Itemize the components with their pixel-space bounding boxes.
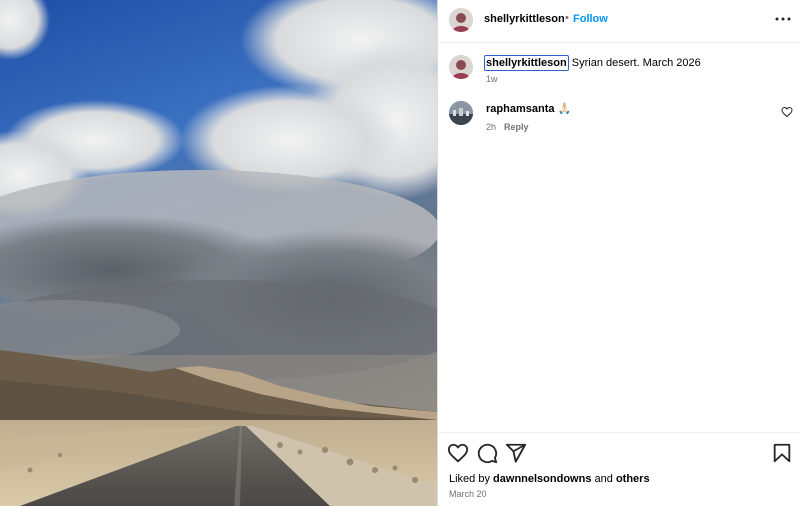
- author-avatar[interactable]: [449, 8, 473, 32]
- bookmark-icon[interactable]: [771, 442, 793, 464]
- avatar-image: [449, 8, 473, 32]
- post-image[interactable]: [0, 0, 437, 506]
- post-side-panel: shellyrkittleson • Follow shellyrkittles…: [438, 0, 800, 506]
- caption-username[interactable]: shellyrkittleson: [484, 55, 569, 71]
- comment-text: 🙏🏻: [557, 103, 572, 115]
- reply-button[interactable]: Reply: [504, 122, 529, 132]
- comment-icon[interactable]: [476, 442, 498, 464]
- share-icon[interactable]: [505, 442, 527, 464]
- avatar-image: [449, 101, 473, 125]
- commenter-avatar[interactable]: [449, 101, 473, 125]
- caption-text: Syrian desert. March 2026: [571, 57, 701, 69]
- action-bar: Liked by dawnnelsondowns and others Marc…: [438, 432, 800, 507]
- comment-body: raphamsanta 🙏🏻: [486, 102, 571, 115]
- post-date[interactable]: March 20: [449, 489, 487, 499]
- comment-timestamp[interactable]: 2h: [486, 122, 496, 132]
- follow-button[interactable]: Follow: [573, 13, 608, 25]
- liked-by-prefix: Liked by: [449, 473, 490, 485]
- author-username[interactable]: shellyrkittleson: [484, 13, 565, 25]
- liked-by-user[interactable]: dawnnelsondowns: [493, 473, 591, 485]
- likes-summary: Liked by dawnnelsondowns and others: [449, 473, 650, 485]
- separator-dot: •: [565, 12, 569, 24]
- avatar-image: [449, 55, 473, 79]
- caption-timestamp[interactable]: 1w: [486, 74, 498, 84]
- caption-avatar[interactable]: [449, 55, 473, 79]
- post-caption: shellyrkittleson Syrian desert. March 20…: [484, 55, 701, 71]
- commenter-username[interactable]: raphamsanta: [486, 103, 554, 115]
- liked-by-others[interactable]: others: [616, 473, 650, 485]
- post-header: shellyrkittleson • Follow: [438, 0, 800, 43]
- liked-by-and: and: [594, 473, 613, 485]
- comment-heart-icon[interactable]: [781, 106, 793, 118]
- desert-photo: [0, 0, 437, 506]
- more-horizontal-icon[interactable]: [774, 10, 792, 28]
- heart-icon[interactable]: [447, 442, 469, 464]
